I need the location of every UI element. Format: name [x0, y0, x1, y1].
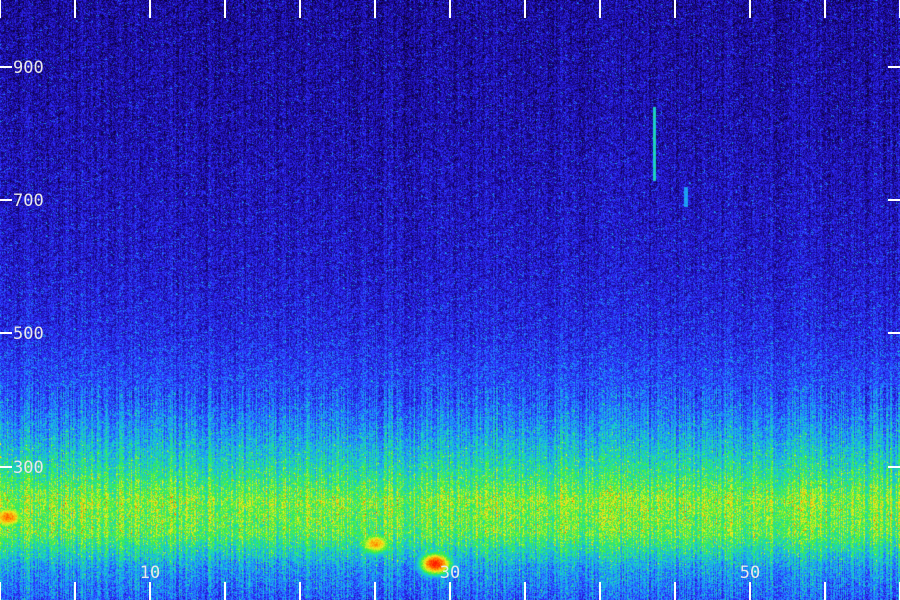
spectrogram-plot [0, 0, 900, 600]
spectrogram-heatmap [0, 0, 900, 600]
